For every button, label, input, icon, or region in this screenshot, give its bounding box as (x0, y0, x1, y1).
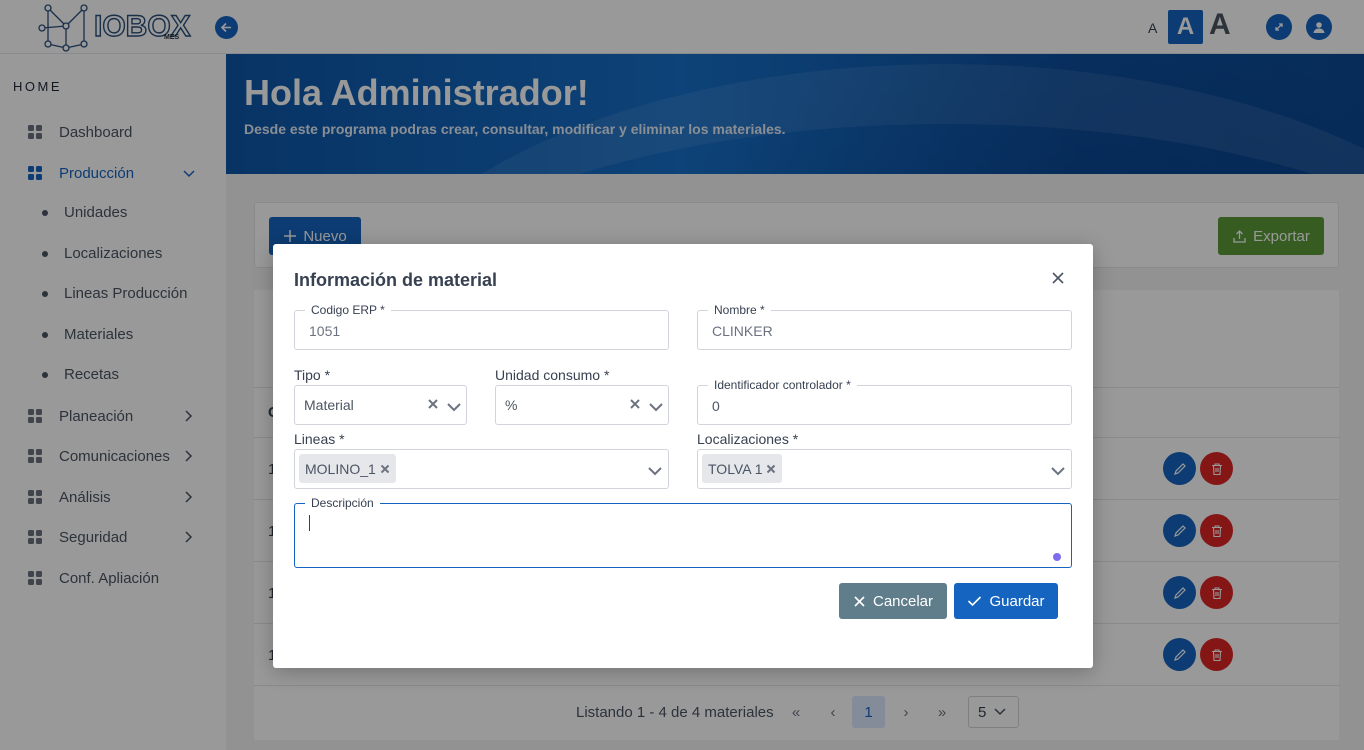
remove-chip-icon[interactable] (766, 464, 776, 474)
localizaciones-label: Localizaciones * (697, 431, 799, 447)
unidad-consumo-label: Unidad consumo * (495, 367, 610, 383)
chevron-down-icon[interactable] (647, 462, 663, 480)
check-icon (968, 596, 982, 607)
cancel-button[interactable]: Cancelar (839, 583, 947, 619)
remove-chip-icon[interactable] (380, 464, 390, 474)
select-value: Material (304, 397, 354, 413)
chevron-down-icon[interactable] (446, 398, 462, 416)
chip-label: MOLINO_1 (305, 460, 376, 477)
grammar-extension-icon[interactable] (1053, 553, 1061, 561)
tipo-label: Tipo * (294, 367, 331, 383)
localizaciones-multiselect[interactable]: TOLVA 1 (697, 449, 1072, 489)
field-value: 1051 (309, 323, 341, 339)
nombre-field[interactable]: Nombre * CLINKER (697, 303, 1072, 350)
codigo-erp-field[interactable]: Codigo ERP * 1051 (294, 303, 669, 350)
chevron-down-icon[interactable] (648, 398, 664, 416)
lineas-multiselect[interactable]: MOLINO_1 (294, 449, 669, 489)
chip-label: TOLVA 1 (708, 460, 763, 477)
text-cursor (309, 515, 310, 531)
tipo-select[interactable]: Material (294, 385, 467, 425)
selected-chip: TOLVA 1 (702, 454, 783, 483)
field-label: Codigo ERP * (305, 303, 391, 317)
selected-chip: MOLINO_1 (299, 454, 396, 483)
save-label: Guardar (989, 592, 1045, 610)
field-label: Identificador controlador * (708, 378, 857, 392)
descripcion-textarea[interactable]: Descripción (294, 496, 1072, 568)
lineas-label: Lineas * (294, 431, 345, 447)
material-dialog: Información de material Codigo ERP * 105… (273, 244, 1093, 668)
field-label: Descripción (305, 496, 380, 510)
clear-icon[interactable] (629, 398, 641, 410)
field-label: Nombre * (708, 303, 771, 317)
chevron-down-icon[interactable] (1050, 462, 1066, 480)
unidad-consumo-select[interactable]: % (495, 385, 669, 425)
save-button[interactable]: Guardar (954, 583, 1058, 619)
select-value: % (505, 397, 518, 413)
identificador-controlador-field[interactable]: Identificador controlador * 0 (697, 378, 1072, 425)
field-value: CLINKER (712, 323, 773, 339)
close-icon (854, 595, 865, 607)
dialog-title: Información de material (294, 270, 498, 290)
cancel-label: Cancelar (872, 592, 934, 610)
close-icon[interactable] (1049, 269, 1067, 287)
field-value: 0 (712, 398, 720, 414)
clear-icon[interactable] (427, 398, 439, 410)
